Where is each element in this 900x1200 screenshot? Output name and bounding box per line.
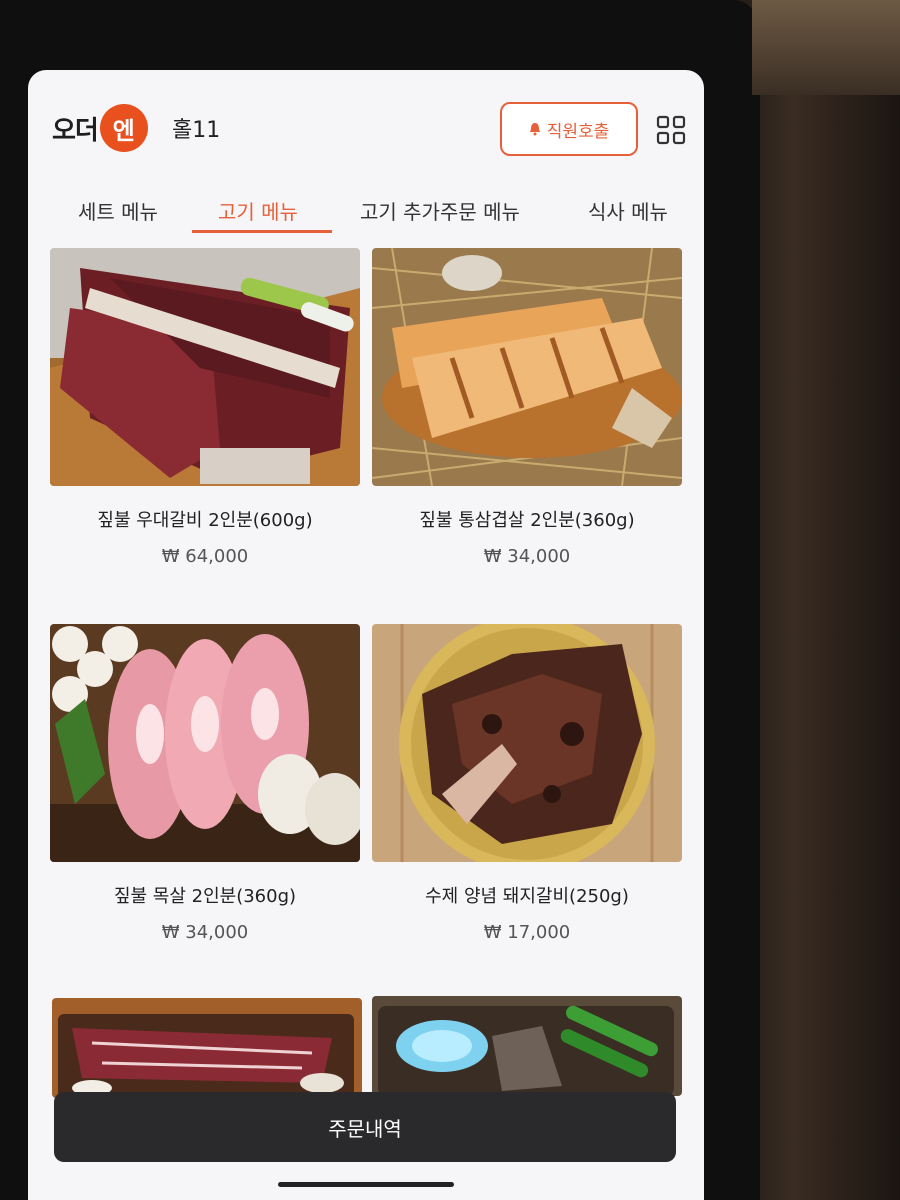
tab-set-menu[interactable]: 세트 메뉴 xyxy=(78,196,158,225)
menu-card[interactable] xyxy=(52,998,362,1098)
menu-item-price: ₩ 17,000 xyxy=(483,922,571,943)
menu-item-price: ₩ 34,000 xyxy=(161,922,249,943)
menu-item-price: ₩ 34,000 xyxy=(483,546,571,567)
bell-icon xyxy=(529,123,540,136)
menu-image-pork-neck xyxy=(50,624,360,862)
staff-call-button[interactable]: 직원호출 xyxy=(500,102,638,156)
menu-item-name: 짚불 통삼겹살 2인분(360g) xyxy=(419,510,635,531)
grid-menu-icon[interactable] xyxy=(656,115,686,145)
app-screen: 오더 엔 홀11 직원호출 세트 메뉴 고기 메뉴 고기 추가주문 메뉴 식사 … xyxy=(28,70,704,1200)
logo-badge: 엔 xyxy=(99,104,148,152)
menu-image-pork-rib xyxy=(372,624,682,862)
menu-card[interactable]: 짚불 통삼겹살 2인분(360g) ₩ 34,000 xyxy=(372,248,682,567)
menu-item-price: ₩ 64,000 xyxy=(161,546,249,567)
menu-card[interactable] xyxy=(372,996,682,1096)
category-tabs: 세트 메뉴 고기 메뉴 고기 추가주문 메뉴 식사 메뉴 xyxy=(28,188,704,236)
home-indicator xyxy=(278,1182,454,1187)
table-name: 홀11 xyxy=(172,118,221,143)
menu-item-name: 수제 양념 돼지갈비(250g) xyxy=(425,886,629,907)
tab-meat-extra-menu[interactable]: 고기 추가주문 메뉴 xyxy=(360,196,520,225)
menu-image-beef-rib xyxy=(50,248,360,486)
staff-call-label: 직원호출 xyxy=(546,121,610,142)
active-tab-indicator xyxy=(192,230,332,233)
tab-meat-menu[interactable]: 고기 메뉴 xyxy=(218,196,298,225)
menu-item-name: 짚불 우대갈비 2인분(600g) xyxy=(97,510,313,531)
logo-text: 오더 xyxy=(52,115,99,146)
menu-item-name: 짚불 목살 2인분(360g) xyxy=(113,886,297,907)
menu-image-pork-belly xyxy=(372,248,682,486)
tab-meal-menu[interactable]: 식사 메뉴 xyxy=(588,196,668,225)
app-logo: 오더 엔 xyxy=(52,104,148,152)
menu-card[interactable]: 짚불 우대갈비 2인분(600g) ₩ 64,000 xyxy=(50,248,360,567)
order-history-button[interactable]: 주문내역 xyxy=(54,1092,676,1162)
background-wall xyxy=(752,0,900,95)
menu-image-sides xyxy=(372,996,682,1096)
menu-image-beef xyxy=(52,998,362,1098)
menu-card[interactable]: 짚불 목살 2인분(360g) ₩ 34,000 xyxy=(50,624,360,943)
app-header: 오더 엔 홀11 직원호출 xyxy=(28,70,704,182)
menu-card[interactable]: 수제 양념 돼지갈비(250g) ₩ 17,000 xyxy=(372,624,682,943)
